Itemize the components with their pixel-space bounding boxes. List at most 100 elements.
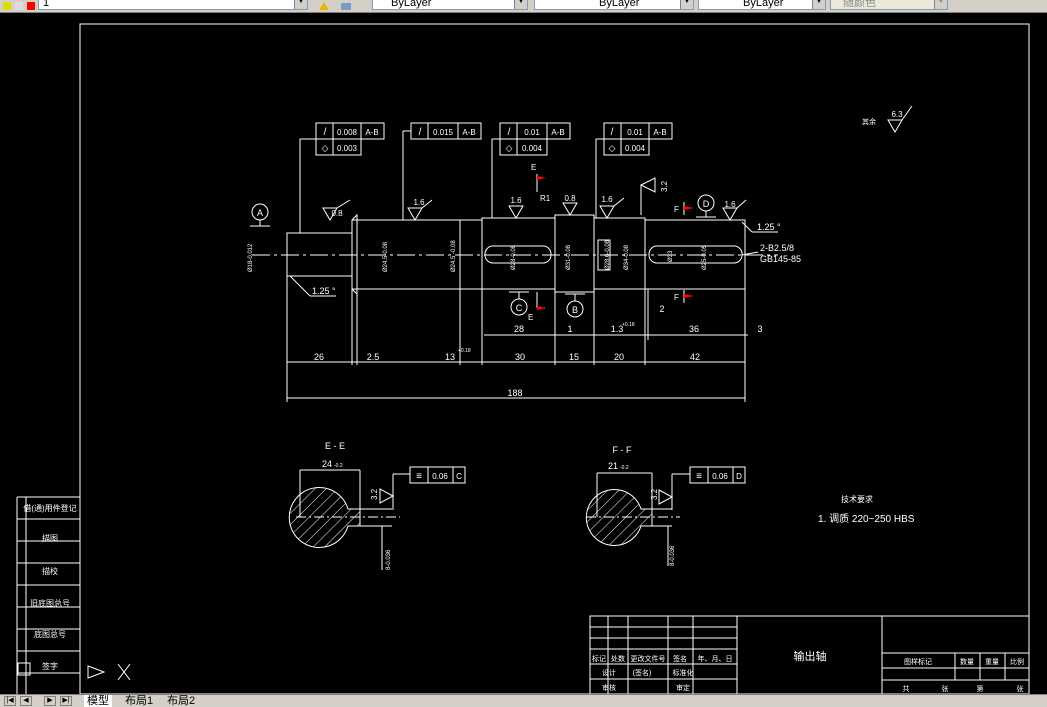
fcf4-val: 0.01 [627, 128, 643, 137]
section-e-top: E [531, 163, 536, 172]
dim-28: 28 [514, 324, 524, 334]
fcf2-sym: / [419, 127, 422, 138]
layer-lock-icon[interactable] [14, 0, 24, 10]
section-ff-view [585, 466, 746, 566]
tb-sheets1: 张 [942, 684, 949, 693]
datum-a: A [257, 208, 263, 218]
dia-8: Ø33 [668, 250, 674, 262]
make-layer-current-icon[interactable] [318, 0, 329, 10]
linetype-dropdown[interactable]: ByLayer ▼ [534, 0, 694, 10]
lineweight-dropdown-value: ByLayer [743, 0, 784, 9]
first-tab-button[interactable]: |◀ [4, 696, 16, 706]
section-f-top: F [674, 205, 679, 214]
layer-color-icon[interactable] [26, 0, 36, 10]
tb-design: 设计 [602, 668, 616, 677]
linetype-dropdown-value: ByLayer [599, 0, 640, 9]
sec-ee-tol: -0.2 [334, 463, 343, 469]
tb-total: 共 [903, 684, 910, 693]
chevron-down-icon[interactable]: ▼ [934, 0, 947, 9]
dia-9: Ø25-0.05 [702, 244, 708, 270]
dim-13-tol: +0.18 [458, 348, 471, 354]
rough-other: 6.3 [891, 110, 903, 119]
sec-ee-title: E - E [325, 441, 345, 451]
sec-ee-val: 0.06 [432, 472, 448, 481]
dim-30: 30 [515, 352, 525, 362]
fcf1-val: 0.008 [337, 128, 358, 137]
tb-design-sign: (签名) [633, 668, 652, 677]
layer-dropdown[interactable]: 1 ▼ [38, 0, 308, 10]
rough-08b: 0.8 [564, 194, 576, 203]
sec-ee-dim: 24 [322, 459, 332, 469]
dim-3: 3 [757, 324, 762, 334]
last-tab-button[interactable]: ▶| [60, 696, 72, 706]
plotstyle-dropdown[interactable]: 随颜色 ▼ [830, 0, 948, 10]
drawing-canvas[interactable]: 借(通)用件登记 描图 描校 旧底图总号 底图总号 签字 26 2.5 13 +… [0, 12, 1047, 694]
dia-6: Ø28.6-0.08 [605, 239, 611, 270]
tab-layout2[interactable]: 布局2 [164, 695, 198, 707]
plotstyle-dropdown-value: 随颜色 [843, 0, 876, 9]
fcf4-ref: A-B [653, 128, 666, 137]
rough-08a: 0.8 [331, 209, 343, 218]
reg-label-3: 描校 [42, 566, 58, 576]
fcf2-ref: A-B [462, 128, 475, 137]
dia-5: Ø31-0.08 [566, 244, 572, 270]
section-ee-view [288, 466, 466, 570]
fcf4-sym: / [611, 127, 614, 138]
dim-20: 20 [614, 352, 624, 362]
dim-36: 36 [689, 324, 699, 334]
tb-label-sign: 签名 [673, 654, 687, 663]
datum-b: B [572, 305, 578, 315]
fcf3-val: 0.01 [524, 128, 540, 137]
tb-standard: 标准化 [673, 668, 694, 677]
fcf1-sym2: ◇ [322, 143, 329, 153]
rough-16b: 1.6 [510, 196, 522, 205]
layer-freeze-icon[interactable] [2, 0, 12, 10]
layer-previous-icon[interactable] [340, 0, 351, 10]
sec-ff-rough: 3.2 [650, 488, 659, 500]
prev-tab-button[interactable]: ◀ [20, 696, 32, 706]
sec-ff-val: 0.06 [712, 472, 728, 481]
section-e-arrow-bottom [537, 306, 546, 310]
req-1: 1. 调质 220~250 HBS [818, 513, 915, 525]
center-hole: 2-B2.5/8 [760, 243, 794, 253]
tb-approve: 审定 [676, 683, 690, 692]
sec-ff-sym: ≡ [696, 471, 702, 482]
tab-model[interactable]: 模型 [84, 695, 112, 707]
next-tab-button[interactable]: ▶ [44, 696, 56, 706]
dim-25: 2.5 [367, 352, 380, 362]
chevron-down-icon[interactable]: ▼ [294, 0, 307, 9]
sec-ff-dim: 21 [608, 461, 618, 471]
dia-3: Ø24.5 -0.08 [451, 240, 457, 272]
tb-label-date: 年、月、日 [698, 654, 733, 663]
tb-sheets2: 张 [1017, 684, 1024, 693]
dia-2: Ø24.5-0.08 [383, 241, 389, 272]
dim-26: 26 [314, 352, 324, 362]
dim-135-tol: +0.18 [622, 322, 635, 328]
fcf3-val2: 0.004 [522, 144, 543, 153]
chevron-down-icon[interactable]: ▼ [514, 0, 527, 9]
tb-label-mark: 标记 [592, 654, 606, 663]
rough-16a: 1.6 [413, 198, 425, 207]
section-f-arrow-top [684, 206, 694, 210]
chamfer-right: 1.25 ° [757, 222, 781, 232]
section-f-bottom: F [674, 293, 679, 302]
fcf3-sym2: ◇ [506, 143, 513, 153]
tb-right-qty: 数量 [960, 657, 974, 666]
sec-ff-key: 8-0.036 [670, 545, 676, 566]
datum-d: D [703, 199, 710, 209]
sec-ff-tol: -0.2 [620, 465, 629, 471]
reg-label-6: 签字 [42, 661, 58, 671]
reg-label-5: 底图总号 [34, 629, 66, 639]
tb-check: 审核 [602, 683, 616, 692]
chevron-down-icon[interactable]: ▼ [812, 0, 825, 9]
tab-layout1[interactable]: 布局1 [122, 695, 156, 707]
chevron-down-icon[interactable]: ▼ [680, 0, 693, 9]
section-f-arrow-bottom [684, 294, 694, 298]
color-dropdown[interactable]: ByLayer ▼ [372, 0, 528, 10]
chamfer-left: 1.25 ° [312, 286, 336, 296]
lineweight-dropdown[interactable]: ByLayer ▼ [698, 0, 826, 10]
dim-13: 13 [445, 352, 455, 362]
rough-32: 3.2 [660, 180, 669, 192]
sec-ee-key: 8-0.036 [386, 549, 392, 570]
chamfer-leader-right [741, 221, 753, 233]
